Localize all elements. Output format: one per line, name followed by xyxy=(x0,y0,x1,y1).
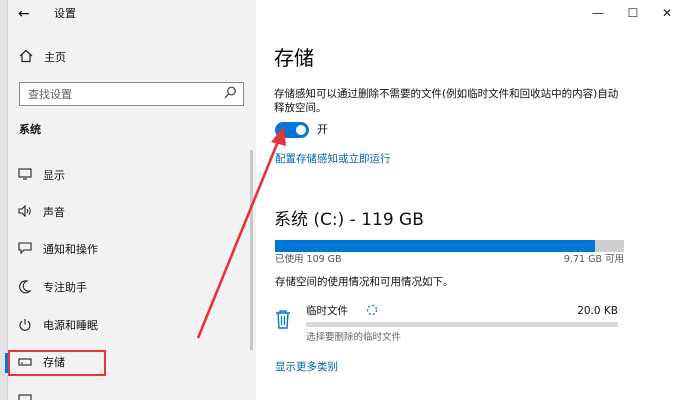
sidebar-item-label: 显示 xyxy=(43,169,65,182)
section-heading-system: 系统 xyxy=(19,123,41,136)
back-arrow-icon[interactable]: ← xyxy=(18,5,36,23)
close-button[interactable]: ✕ xyxy=(656,4,678,22)
main-pane: — ☐ ✕ 存储 存储感知可以通过删除不需要的文件(例如临时文件和回收站中的内容… xyxy=(256,0,693,400)
maximize-button[interactable]: ☐ xyxy=(622,4,644,22)
configure-storage-sense-link[interactable]: 配置存储感知或立即运行 xyxy=(275,152,391,166)
sound-icon xyxy=(17,204,33,221)
category-subtitle: 选择要删除的临时文件 xyxy=(306,332,402,343)
toggle-state-label: 开 xyxy=(317,123,328,136)
toggle-knob xyxy=(296,125,306,135)
storage-sense-toggle[interactable] xyxy=(275,122,309,138)
category-usage-bar xyxy=(306,322,618,327)
sidebar-item-label: 通知和操作 xyxy=(43,243,98,256)
sidebar-item-sound[interactable]: 声音 xyxy=(8,199,256,227)
category-temp-files[interactable]: 临时文件 20.0 KB 选择要删除的临时文件 xyxy=(274,302,618,346)
page-title: 存储 xyxy=(274,46,314,70)
titlebar: ← 设置 xyxy=(8,0,256,28)
drive-usage-fill xyxy=(275,240,595,252)
search-box[interactable] xyxy=(19,82,244,106)
home-label: 主页 xyxy=(44,51,66,64)
drive-title[interactable]: 系统 (C:) - 119 GB xyxy=(274,208,424,232)
usage-description: 存储空间的使用情况和可用情况如下。 xyxy=(275,276,454,288)
minimize-button[interactable]: — xyxy=(587,4,609,22)
power-icon xyxy=(17,318,33,334)
sidebar-item-power-sleep[interactable]: 电源和睡眠 xyxy=(8,312,256,340)
sidebar: ← 设置 主页 系统 显示 声音 通知和操作 专 xyxy=(0,0,256,400)
sidebar-item-notifications[interactable]: 通知和操作 xyxy=(8,236,256,264)
display-icon xyxy=(17,168,33,184)
notification-icon xyxy=(17,242,33,258)
category-name: 临时文件 xyxy=(306,305,348,317)
tablet-icon xyxy=(17,394,33,400)
drive-used-label: 已使用 109 GB xyxy=(275,254,342,265)
sidebar-item-label: 电源和睡眠 xyxy=(43,319,98,332)
sidebar-item-label: 专注助手 xyxy=(43,281,87,294)
storage-sense-description: 存储感知可以通过删除不需要的文件(例如临时文件和回收站中的内容)自动释放空间。 xyxy=(274,88,619,114)
annotation-highlight-box xyxy=(8,350,106,376)
search-icon[interactable] xyxy=(222,86,238,102)
drive-usage-bar xyxy=(275,240,624,252)
loading-spinner-icon xyxy=(366,304,378,320)
sidebar-scrollbar[interactable] xyxy=(250,150,253,350)
sidebar-item-partial[interactable] xyxy=(8,388,256,400)
show-more-categories-link[interactable]: 显示更多类别 xyxy=(275,360,338,374)
sidebar-item-focus-assist[interactable]: 专注助手 xyxy=(8,274,256,302)
moon-icon xyxy=(17,280,33,296)
sidebar-item-display[interactable]: 显示 xyxy=(8,162,256,190)
sidebar-item-label: 声音 xyxy=(43,206,65,219)
trash-icon xyxy=(274,308,294,330)
home-icon xyxy=(19,49,35,65)
category-size: 20.0 KB xyxy=(577,305,618,317)
sidebar-item-home[interactable]: 主页 xyxy=(8,46,256,70)
search-input[interactable] xyxy=(20,83,220,105)
window-left-edge xyxy=(0,0,8,400)
drive-free-label: 9.71 GB 可用 xyxy=(563,254,624,265)
app-title: 设置 xyxy=(54,7,76,20)
